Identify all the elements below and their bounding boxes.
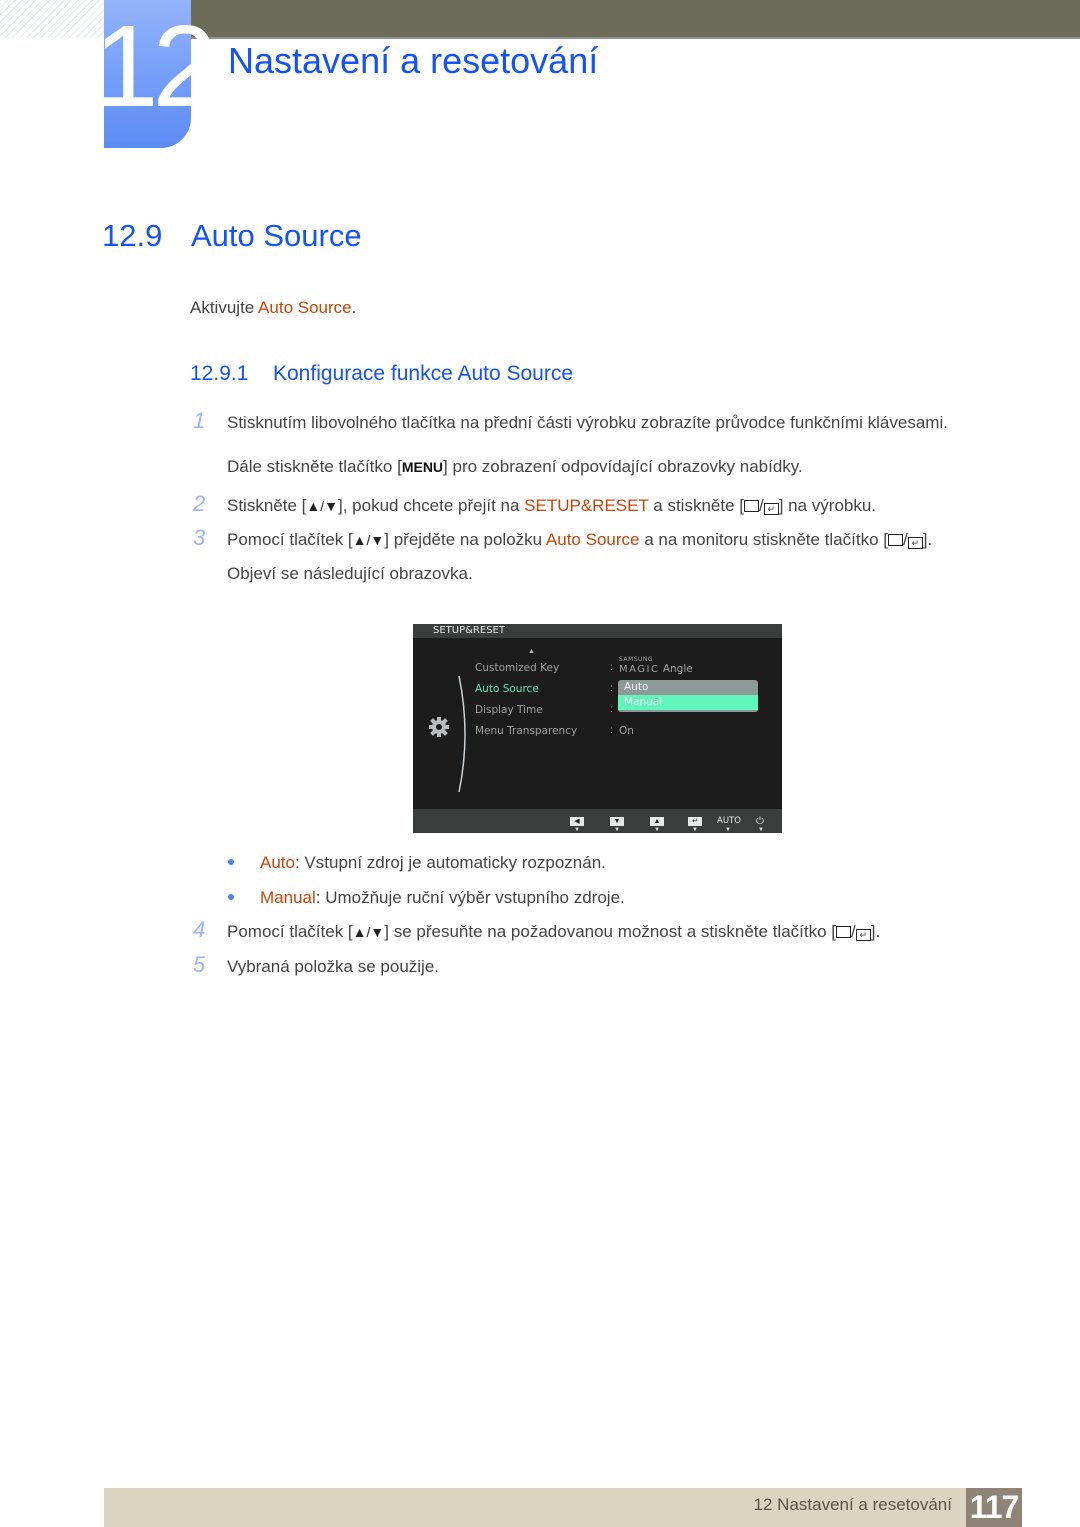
step-text: Vybraná položka se použije. [227,957,440,976]
bullet-desc: : Umožňuje ruční výběr vstupního zdroje. [315,888,625,907]
step-text: ] přejděte na položku [384,530,546,549]
step-number: 4 [193,917,206,942]
angle-label: Angle [662,663,693,675]
osd-title: SETUP&RESET [413,624,782,638]
step-number: 1 [193,408,206,433]
step-number: 5 [193,952,206,977]
bullet-dot-icon [228,859,234,865]
button-pointer-icon: ▼ [725,827,731,833]
chapter-title: Nastavení a resetování [228,40,599,81]
dropdown-option-auto[interactable]: Auto [618,680,758,695]
up-down-arrow-icon: ▲/▼ [352,532,385,548]
samsung-label: SAMSUNG [619,656,654,663]
step-number: 2 [193,491,206,516]
dropdown-option-manual[interactable]: Manual [618,695,758,710]
step-text: ] pro zobrazení odpovídající obrazovky n… [443,457,803,476]
step-highlight: Auto Source [545,530,640,549]
gear-icon [429,717,449,737]
step-text: Dále stiskněte tlačítko [ [227,457,402,476]
section-intro: Aktivujte Auto Source. [190,298,356,318]
osd-arc-decoration [458,675,466,793]
button-pointer-icon: ▼ [614,827,620,833]
button-pointer-icon: ▼ [574,827,580,833]
button-pointer-icon: ▼ [758,827,764,833]
auto-source-dropdown[interactable]: Auto Manual [618,680,758,712]
menu-key-icon: MENU [401,459,444,475]
step-highlight: SETUP&RESET [524,496,649,515]
step-5: 5 Vybraná položka se použije. [193,952,439,978]
up-down-arrow-icon: ▲/▼ [306,498,338,514]
step-text: ]. [870,922,881,941]
step-text: ] na výrobku. [778,496,877,515]
osd-button-bar: ◀ ▼ ▼ ▼ ▲ ▼ ↵ ▼ AUTO ▼ ⏻ ▼ [413,809,782,833]
bullet-term: Manual [260,888,316,907]
step-text: Stiskněte [ [227,496,307,515]
header-bar [190,0,1080,39]
osd-value-magic-angle: SAMSUNG MAGIC Angle [619,656,693,676]
button-pointer-icon: ▼ [692,827,698,833]
osd-item-menu-transparency[interactable]: Menu Transparency [475,725,577,737]
page-number: 117 [966,1488,1022,1527]
source-enter-icon: / ↵ [836,922,871,941]
scroll-up-icon: ▲ [528,648,535,655]
bullet-dot-icon [228,894,234,900]
intro-text: Aktivujte [190,298,259,317]
section-title-text: Auto Source [191,218,362,253]
step-4: 4 Pomocí tlačítek [▲/▼] se přesuňte na po… [193,917,880,943]
source-enter-icon: / ↵ [743,496,779,515]
source-enter-icon: / ↵ [887,530,923,549]
step-text: a stiskněte [ [648,496,744,515]
intro-suffix: . [351,298,357,317]
section-number: 12.9 [102,218,163,253]
enter-button-icon: ↵ [688,817,702,826]
chapter-number: 12 [94,1,217,131]
bullet-auto: Auto: Vstupní zdroj je automaticky rozpo… [228,853,606,873]
section-title: 12.9 Auto Source [102,218,362,254]
osd-screenshot: SETUP&RESET ▲ Customized Key : SAMSUNG MA… [413,624,782,833]
bullet-desc: : Vstupní zdroj je automaticky rozpoznán… [294,853,606,872]
step-3: 3 Pomocí tlačítek [▲/▼] přejděte na polož… [193,525,932,551]
step-text: ], pokud chcete přejít na [337,496,525,515]
subsection-title-text: Konfigurace funkce Auto Source [273,362,574,385]
step-text: ]. [922,530,933,549]
down-arrow-button-icon: ▼ [610,817,624,826]
osd-value-on: On [619,725,634,737]
osd-colon: : [610,683,613,694]
bullet-term: Auto [260,853,295,872]
bullet-manual: Manual: Umožňuje ruční výběr vstupního z… [228,888,625,908]
up-down-arrow-icon: ▲/▼ [352,924,385,940]
osd-colon: : [610,725,613,736]
step-text: Stisknutím libovolného tlačítka na předn… [227,413,948,432]
osd-colon: : [610,662,613,673]
footer-chapter-label: 12 Nastavení a resetování [753,1495,952,1514]
step-1: 1 Stisknutím libovolného tlačítka na před… [193,408,948,434]
osd-colon: : [610,704,613,715]
osd-item-display-time[interactable]: Display Time [475,704,543,716]
intro-highlight: Auto Source [258,298,352,317]
step-text: Pomocí tlačítek [ [227,922,353,941]
step-3-line-2: Objeví se následující obrazovka. [227,564,473,583]
magic-label: MAGIC [619,664,660,675]
step-text: a na monitoru stiskněte tlačítko [ [639,530,888,549]
step-1-line-2: Dále stiskněte tlačítko [MENU] pro zobra… [227,457,803,477]
power-button-icon: ⏻ [756,816,764,827]
step-text: Pomocí tlačítek [ [227,530,353,549]
osd-item-auto-source[interactable]: Auto Source [475,683,539,695]
header-hatch-decoration [0,0,104,38]
osd-item-customized-key[interactable]: Customized Key [475,662,559,674]
left-arrow-button-icon: ◀ [570,817,584,826]
subsection-title: 12.9.1 Konfigurace funkce Auto Source [190,362,573,386]
up-arrow-button-icon: ▲ [650,817,664,826]
step-2: 2 Stiskněte [▲/▼], pokud chcete přejít na… [193,491,876,517]
step-number: 3 [193,525,206,550]
step-text: ] se přesuňte na požadovanou možnost a s… [384,922,836,941]
auto-button-label: AUTO [717,816,741,826]
button-pointer-icon: ▼ [654,827,660,833]
subsection-number: 12.9.1 [190,362,249,385]
